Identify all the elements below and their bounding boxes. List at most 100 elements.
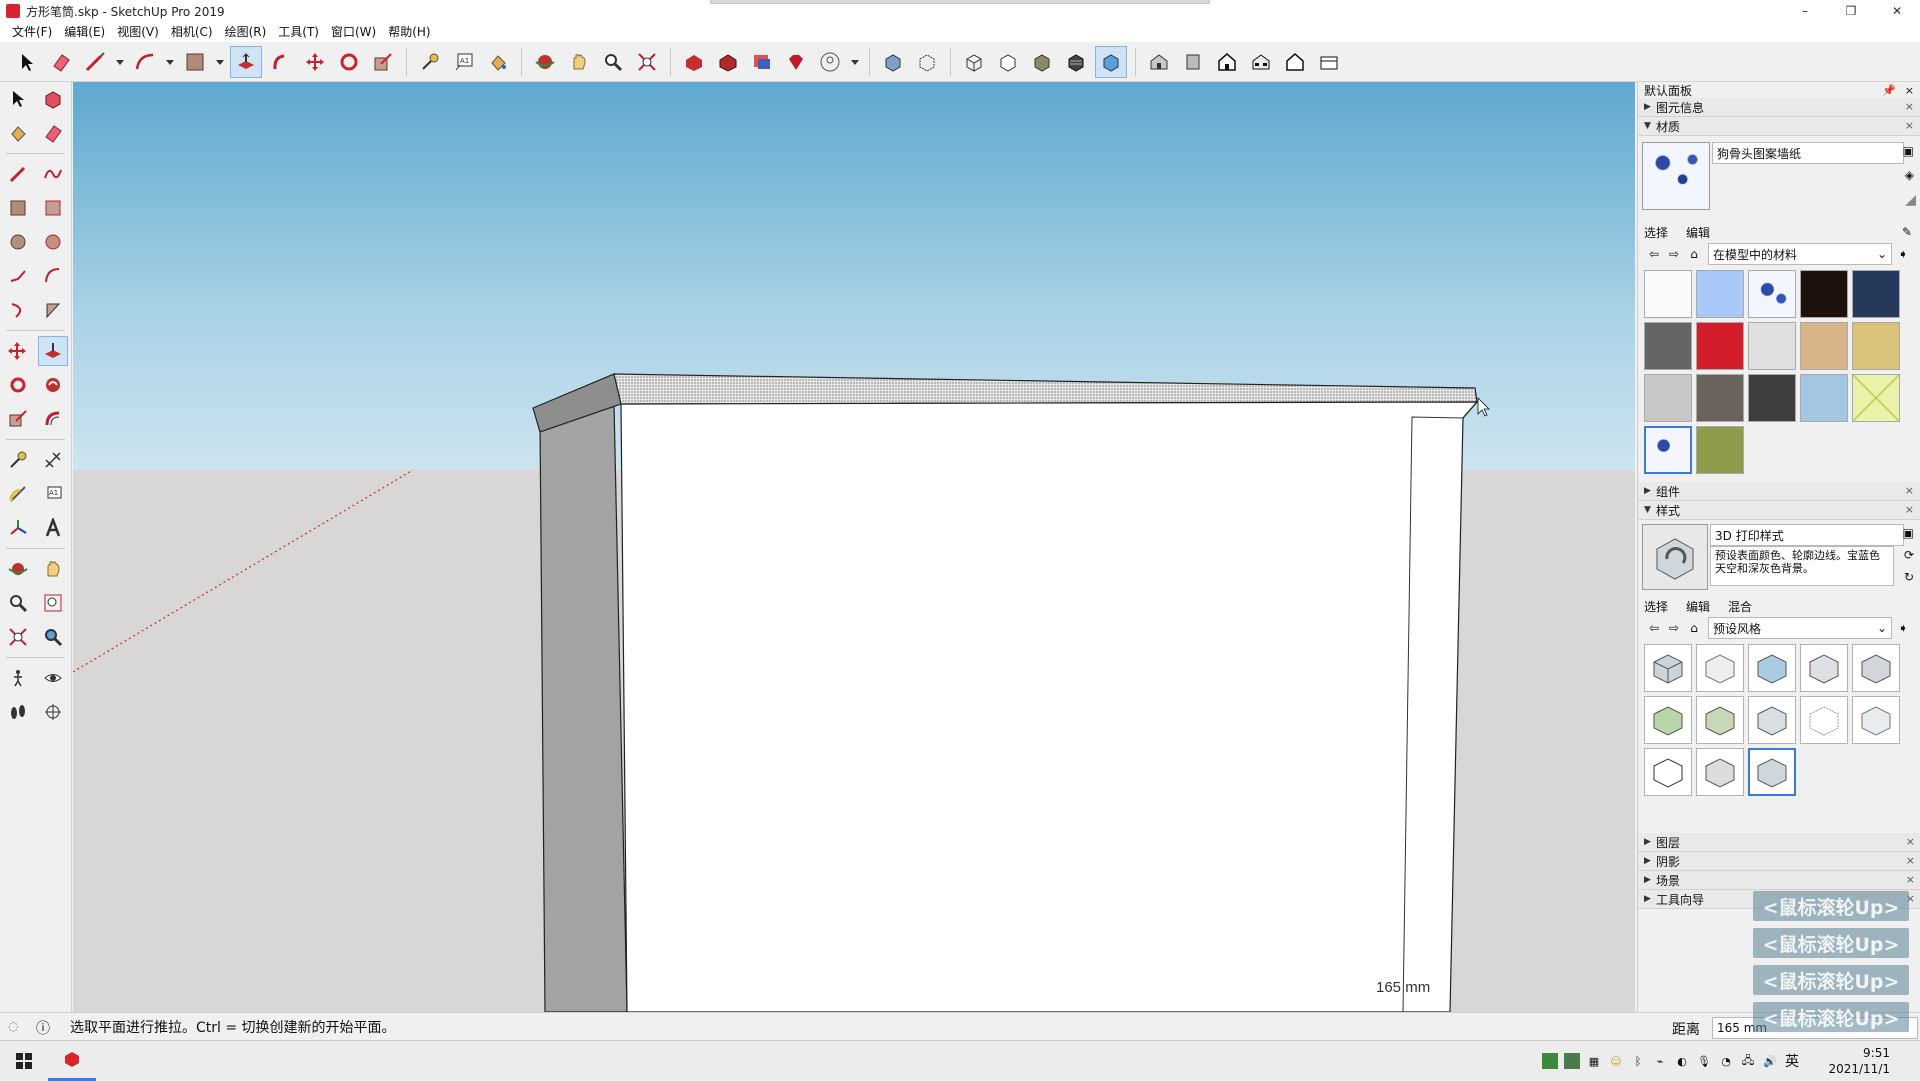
sketchup-taskbar-icon[interactable]	[48, 1041, 96, 1081]
tape-measure-icon[interactable]	[4, 446, 32, 474]
layers-header[interactable]: ▶ 图层 ×	[1638, 833, 1920, 852]
back-arrow-icon[interactable]: ⇦	[1644, 247, 1664, 261]
style-thumb[interactable]	[1696, 696, 1744, 744]
create-style-icon[interactable]: ▣	[1903, 526, 1914, 540]
line-icon[interactable]	[4, 160, 32, 188]
text-tool-icon[interactable]: A1	[449, 47, 479, 77]
network-icon[interactable]: 🖧	[1740, 1053, 1756, 1069]
details-arrow-icon[interactable]: ➧	[1898, 621, 1908, 635]
walk-icon[interactable]	[4, 698, 32, 726]
offset-icon[interactable]	[39, 405, 67, 433]
arc-tool-icon[interactable]	[130, 47, 160, 77]
style-preview[interactable]	[1642, 524, 1708, 590]
paint-bucket-icon[interactable]	[4, 119, 32, 147]
style-thumb[interactable]	[1748, 696, 1796, 744]
two-point-arc-icon[interactable]	[39, 262, 67, 290]
pie-icon[interactable]	[39, 296, 67, 324]
push-pull-tool-icon[interactable]	[230, 45, 262, 78]
line-tool-icon[interactable]	[80, 47, 110, 77]
axes-icon[interactable]	[4, 514, 32, 542]
back-edges-style-icon[interactable]	[912, 47, 942, 77]
forward-arrow-icon[interactable]: ⇨	[1664, 247, 1684, 261]
material-swatch[interactable]	[1748, 322, 1796, 370]
windows-start-icon[interactable]	[0, 1041, 48, 1081]
scenes-header[interactable]: ▶ 场景 ×	[1638, 871, 1920, 890]
style-thumb-selected[interactable]	[1748, 748, 1796, 796]
rotated-rectangle-icon[interactable]	[39, 194, 67, 222]
menu-edit[interactable]: 编辑(E)	[58, 22, 111, 42]
paint-bucket-tool-icon[interactable]	[483, 47, 513, 77]
select-tool-icon[interactable]	[12, 47, 42, 77]
materials-header[interactable]: ▼ 材质 ×	[1638, 117, 1920, 136]
extension-warehouse-icon[interactable]	[713, 47, 743, 77]
material-swatch[interactable]	[1852, 270, 1900, 318]
make-component-icon[interactable]	[39, 85, 67, 113]
zoom-extents-tool-icon[interactable]	[632, 47, 662, 77]
material-default-icon[interactable]: ◈	[1905, 168, 1914, 182]
rotate-tool-icon[interactable]	[334, 47, 364, 77]
layout-icon[interactable]	[747, 47, 777, 77]
style-thumb[interactable]	[1800, 644, 1848, 692]
nvidia-icon[interactable]	[1542, 1053, 1558, 1069]
move-icon[interactable]	[3, 337, 31, 365]
material-swatch[interactable]	[1696, 270, 1744, 318]
create-material-icon[interactable]: ▣	[1903, 144, 1914, 158]
style-name-field[interactable]: 3D 打印样式	[1710, 524, 1904, 546]
material-swatch[interactable]	[1800, 374, 1848, 422]
style-thumb[interactable]	[1644, 696, 1692, 744]
eraser-tool-icon[interactable]	[46, 47, 76, 77]
maximize-button[interactable]: ❐	[1828, 0, 1874, 22]
scenes-close-icon[interactable]: ×	[1906, 873, 1915, 886]
material-swatch[interactable]	[1800, 322, 1848, 370]
user-account-icon[interactable]	[815, 47, 845, 77]
microphone-icon[interactable]: 🎙	[1696, 1053, 1712, 1069]
ruby-extension-icon[interactable]	[781, 47, 811, 77]
material-swatch-selected[interactable]	[1644, 426, 1692, 474]
home-icon[interactable]: ⌂	[1684, 621, 1704, 635]
styles-close-icon[interactable]: ×	[1905, 503, 1914, 516]
bluetooth-tray-icon[interactable]: ᛒ	[1630, 1053, 1646, 1069]
security-tray-icon[interactable]: ◐	[1674, 1053, 1690, 1069]
orbit-icon[interactable]	[4, 555, 32, 583]
arc-icon[interactable]	[4, 262, 32, 290]
style-thumb[interactable]	[1748, 644, 1796, 692]
circle-icon[interactable]	[4, 228, 32, 256]
model-geometry[interactable]	[73, 82, 1635, 1012]
pin-icon[interactable]: 📌	[1882, 84, 1896, 97]
material-swatch[interactable]	[1748, 270, 1796, 318]
material-swatch[interactable]	[1644, 322, 1692, 370]
volume-icon[interactable]: 🔊	[1762, 1053, 1778, 1069]
account-dropdown-icon[interactable]	[849, 47, 861, 77]
back-arrow-icon[interactable]: ⇦	[1644, 621, 1664, 635]
style-thumb[interactable]	[1852, 696, 1900, 744]
follow-me-tool-icon[interactable]	[266, 47, 296, 77]
usb-tray-icon[interactable]: ⌁	[1652, 1053, 1668, 1069]
ime-indicator[interactable]: 英	[1784, 1053, 1800, 1070]
material-preview[interactable]	[1642, 142, 1710, 210]
clock[interactable]: 9:51 2021/11/1	[1828, 1045, 1890, 1077]
front-view-icon[interactable]	[1212, 47, 1242, 77]
menu-camera[interactable]: 相机(C)	[165, 22, 219, 42]
3d-text-icon[interactable]	[39, 514, 67, 542]
rotate-icon[interactable]	[4, 371, 32, 399]
style-thumb[interactable]	[1696, 748, 1744, 796]
protractor-icon[interactable]	[4, 480, 32, 508]
network-tray-icon[interactable]: ▦	[1586, 1053, 1602, 1069]
sample-paint-icon[interactable]: ◢	[1905, 192, 1916, 208]
material-library-select[interactable]: 在模型中的材料 ⌄	[1708, 243, 1892, 265]
model-viewport[interactable]: 165 mm	[73, 82, 1635, 1012]
push-pull-icon[interactable]	[37, 336, 68, 366]
line-dropdown-icon[interactable]	[114, 47, 126, 77]
info-icon[interactable]: ⓘ	[36, 1018, 50, 1038]
tab-select[interactable]: 选择	[1644, 224, 1668, 241]
scale-tool-icon[interactable]	[368, 47, 398, 77]
arc-dropdown-icon[interactable]	[164, 47, 176, 77]
freehand-icon[interactable]	[39, 160, 67, 188]
wireframe-style-icon[interactable]	[959, 47, 989, 77]
style-thumb[interactable]	[1800, 696, 1848, 744]
material-swatch[interactable]	[1644, 270, 1692, 318]
menu-window[interactable]: 窗口(W)	[325, 22, 382, 42]
material-swatch[interactable]	[1852, 374, 1900, 422]
monochrome-style-icon[interactable]	[1095, 45, 1127, 78]
material-swatch[interactable]	[1696, 374, 1744, 422]
